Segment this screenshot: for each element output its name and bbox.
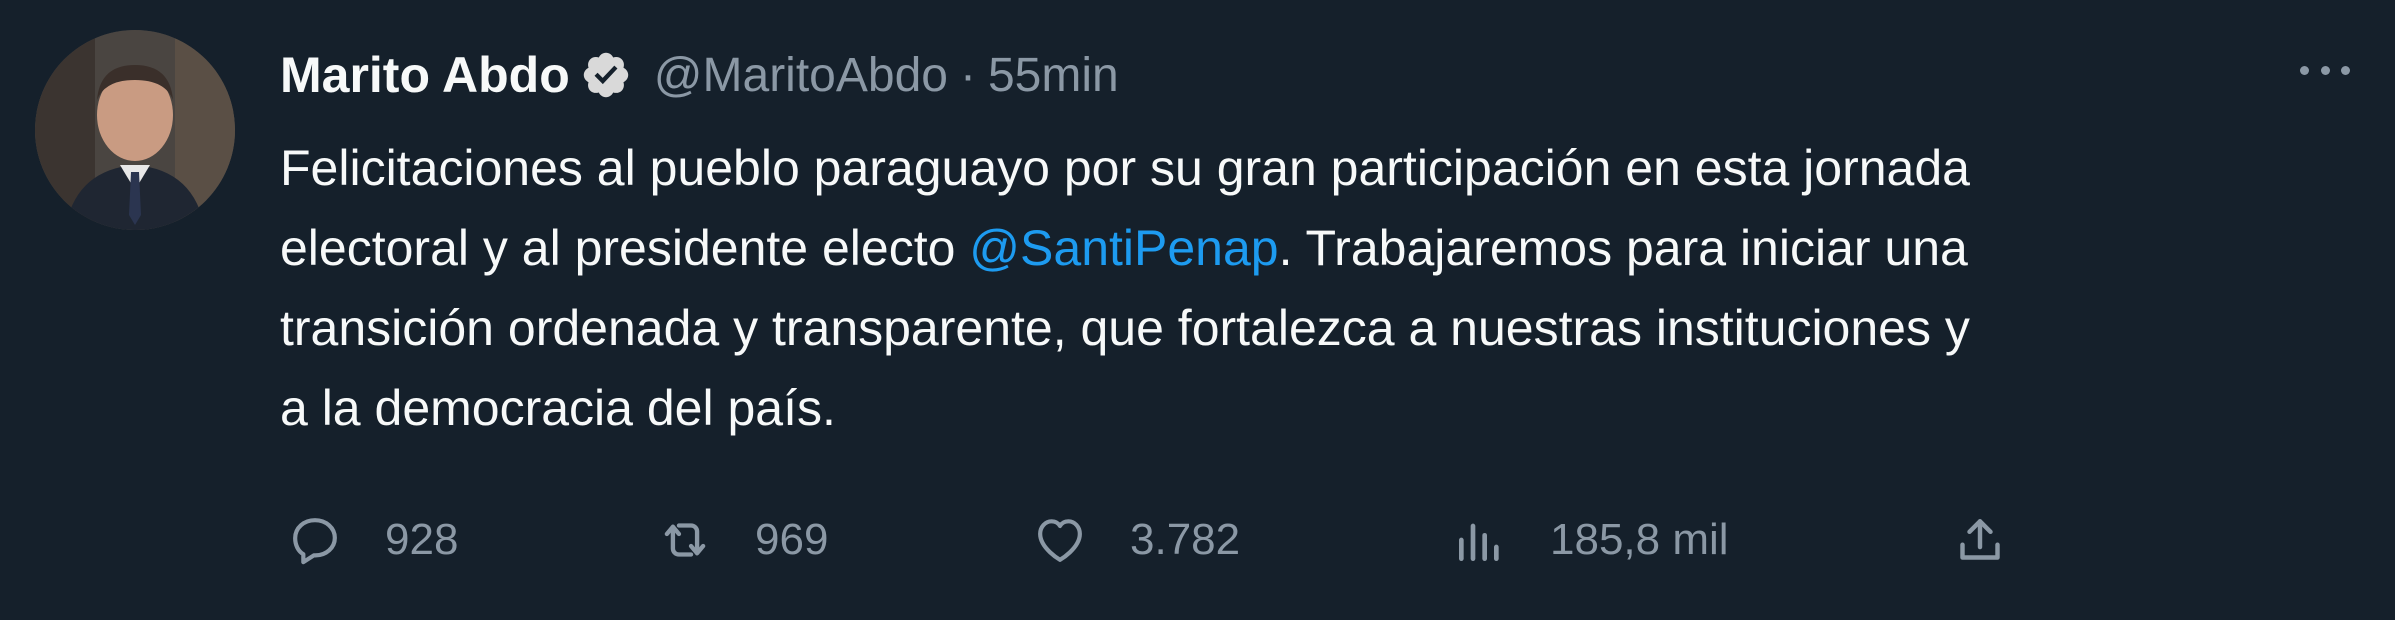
like-count: 3.782 (1130, 515, 1241, 564)
tweet-text-line: Felicitaciones al pueblo paraguayo por s… (280, 140, 1970, 196)
share-icon (1950, 510, 2010, 570)
more-icon[interactable] (2300, 55, 2350, 85)
author-handle[interactable]: @MaritoAbdo (654, 48, 948, 103)
retweet-icon (655, 510, 715, 570)
views-icon (1450, 510, 1510, 570)
tweet-text-line: transición ordenada y transparente, que … (280, 300, 1970, 356)
views-count: 185,8 mil (1550, 515, 1729, 564)
tweet-text: Felicitaciones al pueblo paraguayo por s… (280, 128, 2360, 448)
mention-link[interactable]: @SantiPenap (969, 220, 1278, 276)
retweet-count: 969 (755, 515, 829, 564)
tweet-text-segment: . Trabajaremos para iniciar una (1278, 220, 1968, 276)
views-button[interactable]: 185,8 mil (1450, 505, 1729, 575)
verified-badge-icon (580, 49, 632, 101)
share-button[interactable] (1950, 505, 2010, 575)
tweet-actions: 928 969 3.782 185,8 mil (285, 505, 2325, 575)
like-button[interactable]: 3.782 (1030, 505, 1240, 575)
reply-button[interactable]: 928 (285, 505, 458, 575)
retweet-button[interactable]: 969 (655, 505, 828, 575)
tweet-text-line: a la democracia del país. (280, 380, 836, 436)
tweet: Marito Abdo @MaritoAbdo · 55min Felicita… (0, 0, 2395, 620)
avatar[interactable] (35, 30, 235, 230)
separator-dot: · (959, 48, 976, 102)
display-name[interactable]: Marito Abdo (280, 46, 570, 104)
reply-icon (285, 510, 345, 570)
tweet-timestamp[interactable]: 55min (988, 48, 1119, 103)
tweet-text-segment: electoral y al presidente electo (280, 220, 970, 276)
tweet-header: Marito Abdo @MaritoAbdo · 55min (280, 40, 1119, 110)
tweet-text-line: electoral y al presidente electo @SantiP… (280, 208, 2360, 288)
heart-icon (1030, 510, 1090, 570)
reply-count: 928 (385, 515, 459, 564)
